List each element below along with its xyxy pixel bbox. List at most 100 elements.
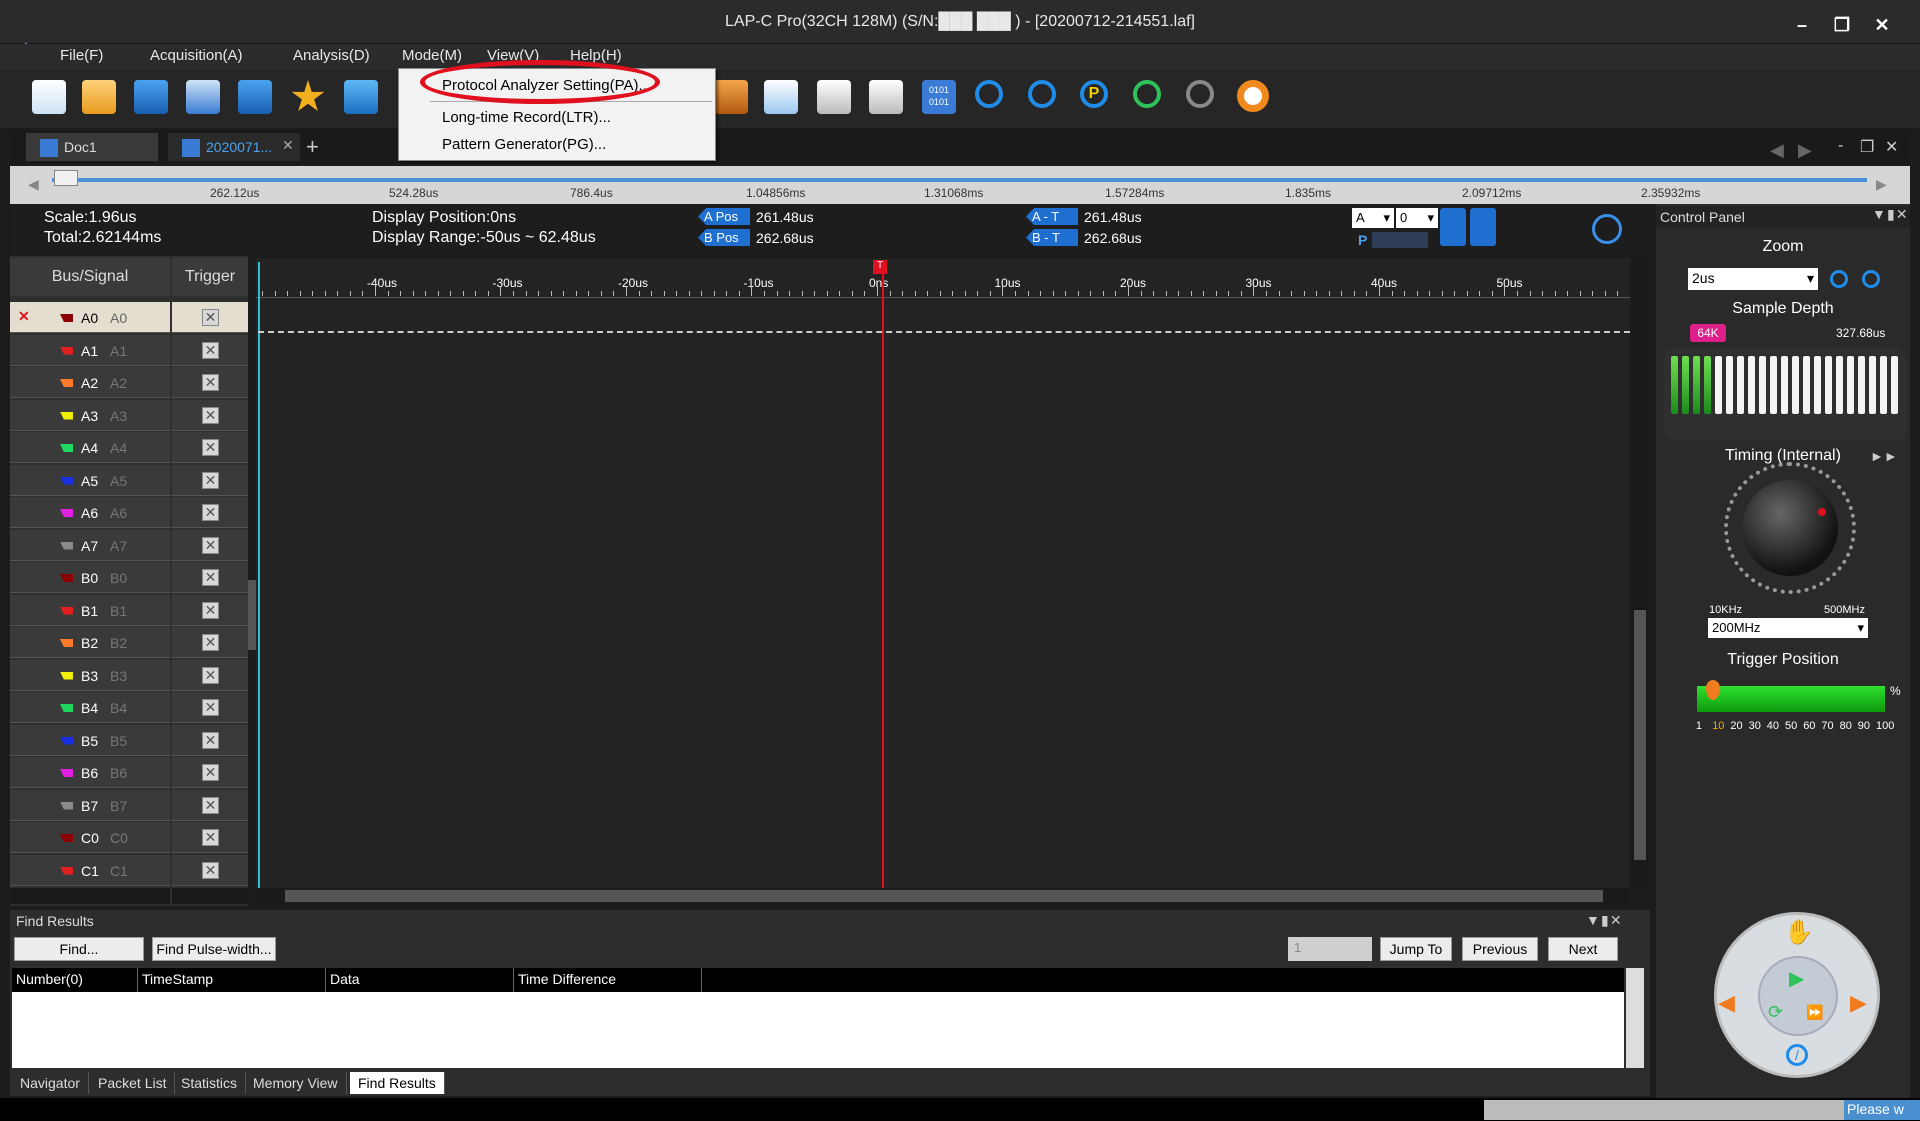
- hand-icon[interactable]: ✋: [1784, 918, 1814, 947]
- save-settings-icon[interactable]: [238, 80, 272, 114]
- signal-row[interactable]: A2 A2: [10, 367, 170, 398]
- minimize-button[interactable]: –: [1786, 14, 1818, 36]
- signal-color-swatch[interactable]: [60, 834, 73, 842]
- zoom-in-icon[interactable]: [1830, 270, 1848, 288]
- play-icon[interactable]: ▶: [1789, 966, 1804, 991]
- depth-bar[interactable]: [1825, 356, 1832, 414]
- menu-mode[interactable]: Mode(M): [402, 47, 462, 64]
- p-value-box[interactable]: [1372, 232, 1428, 248]
- frequency-knob[interactable]: [1742, 480, 1838, 576]
- trigger-condition-checkbox[interactable]: ✕: [202, 536, 219, 554]
- signal-row[interactable]: A3 A3: [10, 399, 170, 431]
- signal-color-swatch[interactable]: [60, 769, 73, 777]
- signal-color-swatch[interactable]: [60, 476, 73, 485]
- tab-doc1[interactable]: Doc1: [26, 133, 158, 161]
- signal-color-swatch[interactable]: [60, 574, 73, 582]
- signal-row[interactable]: A5 A5: [10, 464, 170, 496]
- fast-forward-icon[interactable]: ►►: [1870, 448, 1898, 464]
- docs-icon[interactable]: [817, 80, 851, 114]
- find-button[interactable]: Find...: [14, 937, 144, 961]
- signal-color-swatch[interactable]: [60, 866, 73, 875]
- save-icon[interactable]: [134, 80, 168, 114]
- print-icon[interactable]: [186, 80, 220, 114]
- stop-icon[interactable]: /: [1786, 1044, 1808, 1066]
- scrollbar-thumb[interactable]: [285, 890, 1603, 902]
- trigger-condition-checkbox[interactable]: ✕: [202, 764, 219, 781]
- depth-bar[interactable]: [1693, 356, 1700, 414]
- menu-item-pattern-generator[interactable]: Pattern Generator(PG)...: [442, 136, 606, 153]
- trigger-condition-checkbox[interactable]: ✕: [202, 471, 219, 489]
- signal-row[interactable]: C0 C0: [10, 822, 170, 853]
- trigger-header[interactable]: Trigger: [172, 258, 248, 296]
- menu-analysis[interactable]: Analysis(D): [293, 47, 370, 64]
- tab-find-results[interactable]: Find Results: [350, 1072, 445, 1094]
- trigger-condition-checkbox[interactable]: ✕: [202, 374, 219, 391]
- col-time-difference[interactable]: Time Difference: [514, 968, 702, 992]
- signal-panel-scrollbar[interactable]: [10, 888, 170, 904]
- signal-row[interactable]: C1 C1: [10, 854, 170, 886]
- find-pulse-width-button[interactable]: Find Pulse-width...: [152, 937, 276, 961]
- zoom-fit-icon[interactable]: [1186, 80, 1214, 108]
- trigger-position-bar[interactable]: [1697, 686, 1885, 712]
- zoom-dropdown[interactable]: 2us ▾: [1688, 268, 1818, 290]
- depth-bar[interactable]: [1858, 356, 1865, 414]
- ruler-track[interactable]: [52, 178, 1867, 182]
- trigger-condition-checkbox[interactable]: ✕: [202, 634, 219, 651]
- depth-bar[interactable]: [1671, 356, 1678, 414]
- remove-signal-icon[interactable]: ✕: [18, 308, 30, 325]
- signal-row[interactable]: B1 B1: [10, 594, 170, 626]
- cursor-marker-b-icon[interactable]: [1470, 208, 1496, 246]
- probe-icon[interactable]: [714, 80, 748, 114]
- trigger-condition-checkbox[interactable]: ✕: [202, 601, 219, 619]
- wizard-icon[interactable]: [344, 80, 378, 114]
- loop-icon[interactable]: ⟳: [1768, 1002, 1783, 1023]
- trigger-condition-checkbox[interactable]: ✕: [202, 829, 219, 846]
- help-lifebuoy-icon[interactable]: [1237, 80, 1269, 112]
- depth-bar[interactable]: [1869, 356, 1876, 414]
- trigger-condition-checkbox[interactable]: ✕: [202, 699, 219, 716]
- zoom-out-icon[interactable]: [1862, 270, 1880, 288]
- open-folder-icon[interactable]: [82, 80, 116, 114]
- menu-item-long-time-record[interactable]: Long-time Record(LTR)...: [442, 109, 611, 126]
- cursor-select-dropdown[interactable]: A ▾: [1352, 208, 1394, 228]
- signal-color-swatch[interactable]: [60, 346, 73, 355]
- trigger-condition-checkbox[interactable]: ✕: [202, 861, 219, 879]
- bus-signal-header[interactable]: Bus/Signal: [10, 258, 170, 296]
- depth-bar[interactable]: [1770, 356, 1777, 414]
- find-results-pin-icon[interactable]: ▼ ▮ ✕: [1586, 912, 1622, 929]
- menu-file[interactable]: File(F): [60, 47, 103, 64]
- depth-bar[interactable]: [1814, 356, 1821, 414]
- docs-alt-icon[interactable]: [869, 80, 903, 114]
- trigger-condition-checkbox[interactable]: ✕: [202, 341, 219, 359]
- zoom-position-icon[interactable]: P: [1080, 80, 1108, 108]
- signal-color-swatch[interactable]: [60, 379, 73, 387]
- signal-color-swatch[interactable]: [60, 509, 73, 517]
- tab-document-2[interactable]: 2020071... ✕: [168, 133, 300, 161]
- trigger-condition-checkbox[interactable]: ✕: [202, 796, 219, 814]
- depth-bar[interactable]: [1737, 356, 1744, 414]
- jump-index-input[interactable]: 1: [1288, 937, 1372, 961]
- trigger-condition-checkbox[interactable]: ✕: [202, 309, 219, 326]
- trigger-condition-checkbox[interactable]: ✕: [202, 504, 219, 521]
- signal-row[interactable]: B6 B6: [10, 757, 170, 788]
- signal-color-swatch[interactable]: [60, 314, 73, 322]
- signal-color-swatch[interactable]: [60, 801, 73, 810]
- zoom-reset-icon[interactable]: [1133, 80, 1161, 108]
- menu-acquisition[interactable]: Acquisition(A): [150, 47, 243, 64]
- panel-splitter[interactable]: [248, 580, 256, 650]
- find-results-scrollbar[interactable]: [1626, 968, 1644, 1068]
- signal-row[interactable]: B7 B7: [10, 789, 170, 821]
- depth-bar[interactable]: [1704, 356, 1711, 414]
- tab-memory-view[interactable]: Memory View: [245, 1072, 347, 1094]
- trigger-condition-checkbox[interactable]: ✕: [202, 666, 219, 684]
- tab-nav-left-icon[interactable]: ◀: [1770, 140, 1784, 161]
- signal-color-swatch[interactable]: [60, 736, 73, 745]
- close-tab-icon[interactable]: ✕: [282, 137, 294, 154]
- signal-row[interactable]: B3 B3: [10, 659, 170, 691]
- ruler-right-arrow-icon[interactable]: ▶: [1876, 176, 1887, 193]
- signal-color-swatch[interactable]: [60, 639, 73, 647]
- waveform-area[interactable]: [256, 258, 1630, 888]
- signal-row[interactable]: B5 B5: [10, 724, 170, 756]
- zoom-in-icon[interactable]: [975, 80, 1003, 108]
- previous-button[interactable]: Previous: [1462, 937, 1538, 961]
